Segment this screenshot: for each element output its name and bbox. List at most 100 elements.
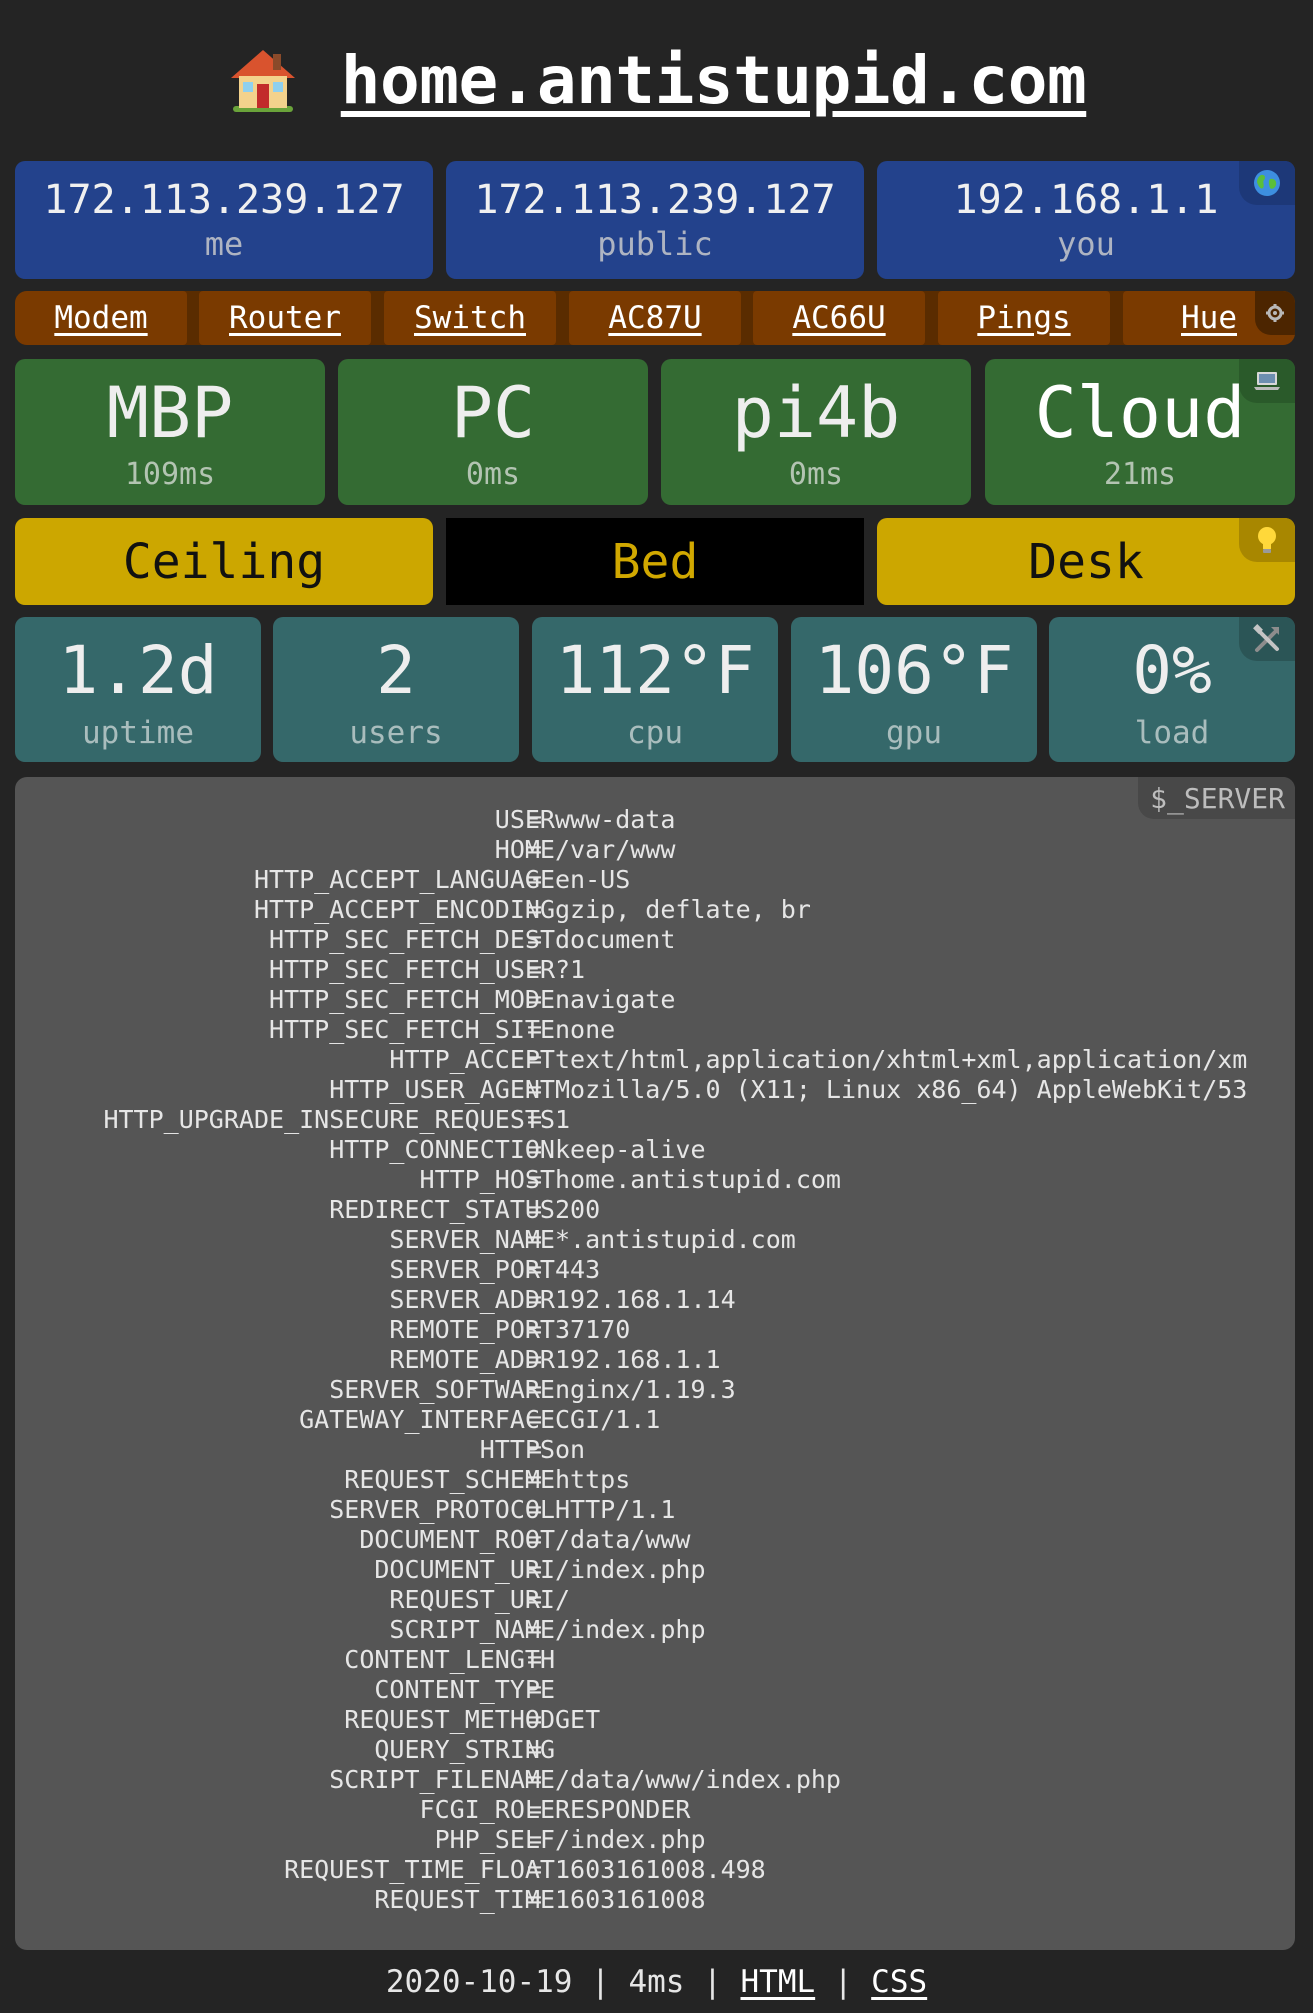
server-var-key: SERVER_PROTOCOL [329, 1495, 555, 1524]
server-var-value: keep-alive [555, 1135, 706, 1164]
equals-sign: = [527, 1675, 543, 1704]
server-var-value: ?1 [555, 955, 586, 984]
device-ping: 21ms [1103, 457, 1177, 492]
ip-tile-me: 172.113.239.127 me [15, 161, 433, 279]
server-var-key: HTTP_SEC_FETCH_MODE [269, 985, 555, 1014]
server-var-value: 192.168.1.14 [555, 1285, 736, 1314]
light-bed[interactable]: Bed [446, 518, 864, 605]
server-var-value: https [555, 1465, 631, 1494]
server-var-key: REQUEST_TIME_FLOAT [284, 1855, 555, 1884]
server-var-value: www-data [555, 805, 676, 834]
server-var-value: 37170 [555, 1315, 631, 1344]
server-var-key: HTTP_SEC_FETCH_USER [269, 955, 555, 984]
site-title-link[interactable]: home.antistupid.com [341, 42, 1087, 119]
equals-sign: = [527, 1135, 543, 1164]
equals-sign: = [527, 1075, 543, 1104]
equals-sign: = [527, 1555, 543, 1584]
equals-sign: = [527, 1195, 543, 1224]
ip-value: 172.113.239.127 [474, 177, 836, 223]
server-var-row: HTTP_SEC_FETCH_DEST = document [15, 925, 1295, 955]
server-var-key: HTTP_SEC_FETCH_DEST [269, 925, 555, 954]
device-name: MBP [106, 372, 234, 454]
equals-sign: = [527, 1795, 543, 1824]
server-var-value: on [555, 1435, 586, 1464]
server-var-key: HTTPS [479, 1435, 555, 1464]
equals-sign: = [527, 1165, 543, 1194]
link-router[interactable]: Router [199, 291, 371, 345]
server-var-value: RESPONDER [555, 1795, 691, 1824]
equals-sign: = [527, 1345, 543, 1374]
server-var-row: USER = www-data [15, 805, 1295, 835]
link-ac87u[interactable]: AC87U [569, 291, 741, 345]
server-var-value: / [555, 1585, 571, 1614]
light-label: Desk [1028, 533, 1144, 590]
light-ceiling[interactable]: Ceiling [15, 518, 433, 605]
server-var-value: /index.php [555, 1615, 706, 1644]
equals-sign: = [527, 1435, 543, 1464]
ip-value: 192.168.1.1 [953, 177, 1219, 223]
link-switch[interactable]: Switch [384, 291, 556, 345]
server-var-value: home.antistupid.com [555, 1165, 841, 1194]
equals-sign: = [527, 1375, 543, 1404]
server-var-value: Mozilla/5.0 (X11; Linux x86_64) AppleWeb… [555, 1075, 1248, 1104]
stat-users: 2 users [273, 617, 519, 762]
server-var-key: USER [494, 805, 555, 834]
equals-sign: = [527, 1855, 543, 1884]
device-tile-mbp[interactable]: MBP 109ms [15, 359, 325, 505]
server-var-row: SERVER_PROTOCOL = HTTP/1.1 [15, 1495, 1295, 1525]
server-var-value: /index.php [555, 1825, 706, 1854]
server-var-row: SERVER_PORT = 443 [15, 1255, 1295, 1285]
link-modem[interactable]: Modem [15, 291, 187, 345]
light-label: Bed [611, 533, 699, 590]
server-vars-panel: $_SERVER USER = www-data HOME =/var/www HTTP_… [15, 777, 1295, 1950]
device-tile-cloud[interactable]: Cloud 21ms [985, 359, 1295, 505]
html-validate-link[interactable]: HTML [741, 1964, 816, 2000]
server-var-key: HOME [494, 835, 555, 864]
stat-label: uptime [82, 715, 194, 751]
link-ac66u[interactable]: AC66U [753, 291, 925, 345]
server-var-value: 200 [555, 1195, 601, 1224]
light-label: Ceiling [122, 533, 326, 590]
tools-icon [1239, 617, 1295, 661]
equals-sign: = [527, 1255, 543, 1284]
link-pings[interactable]: Pings [938, 291, 1110, 345]
stat-uptime: 1.2d uptime [15, 617, 261, 762]
lights-row: Ceiling Bed Desk [15, 518, 1295, 605]
device-tile-pc[interactable]: PC 0ms [338, 359, 648, 505]
server-var-row: REMOTE_PORT = 37170 [15, 1315, 1295, 1345]
server-var-key: REQUEST_METHOD [344, 1705, 555, 1734]
server-var-row: CONTENT_TYPE = [15, 1675, 1295, 1705]
server-var-value: 192.168.1.1 [555, 1345, 721, 1374]
server-var-row: REMOTE_ADDR = 192.168.1.1 [15, 1345, 1295, 1375]
server-var-value: /data/www [555, 1525, 691, 1554]
equals-sign: = [527, 1285, 543, 1314]
device-ping: 0ms [788, 457, 844, 492]
server-var-value: /data/www/index.php [555, 1765, 841, 1794]
server-var-value: /index.php [555, 1555, 706, 1584]
lightbulb-icon [1239, 518, 1295, 562]
stat-value: 112°F [555, 632, 755, 709]
page-header: home.antistupid.com [0, 0, 1313, 160]
server-var-row: QUERY_STRING = [15, 1735, 1295, 1765]
server-var-row: HTTP_SEC_FETCH_MODE = navigate [15, 985, 1295, 1015]
ip-row: 172.113.239.127 me 172.113.239.127 publi… [15, 161, 1295, 279]
server-var-key: HTTP_CONNECTION [329, 1135, 555, 1164]
light-desk[interactable]: Desk [877, 518, 1295, 605]
equals-sign: = [527, 1705, 543, 1734]
stat-label: gpu [886, 715, 942, 751]
server-var-key: SCRIPT_FILENAME [329, 1765, 555, 1794]
server-var-row: HTTP_SEC_FETCH_USER = ?1 [15, 955, 1295, 985]
footer-render-time: 4ms [628, 1964, 685, 2000]
device-name: PC [450, 372, 536, 454]
server-var-row: HTTP_SEC_FETCH_SITE = none [15, 1015, 1295, 1045]
css-validate-link[interactable]: CSS [871, 1964, 927, 2000]
server-var-row: GATEWAY_INTERFACE = CGI/1.1 [15, 1405, 1295, 1435]
device-tile-pi4b[interactable]: pi4b 0ms [661, 359, 971, 505]
server-var-row: DOCUMENT_URI =/index.php [15, 1555, 1295, 1585]
server-var-value: nginx/1.19.3 [555, 1375, 736, 1404]
equals-sign: = [527, 1885, 543, 1914]
equals-sign: = [527, 1225, 543, 1254]
equals-sign: = [527, 985, 543, 1014]
footer-separator: | [833, 1964, 853, 2000]
server-vars-list: USER = www-data HOME =/var/www HTTP_ACCEPT_LA… [15, 805, 1295, 1915]
